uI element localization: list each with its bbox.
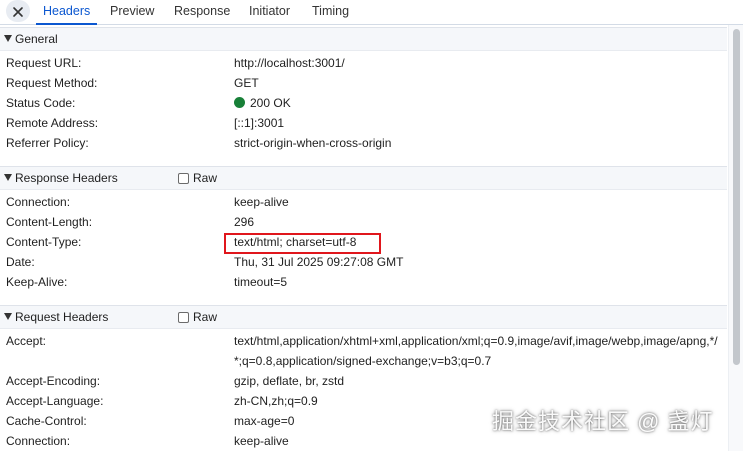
raw-label: Raw — [193, 171, 218, 185]
watermark: 掘金技术社区 @ 盏灯 — [492, 409, 714, 434]
header-key: Referrer Policy: — [6, 136, 89, 150]
header-key: Cache-Control: — [6, 414, 87, 428]
header-value: Thu, 31 Jul 2025 09:27:08 GMT — [234, 255, 404, 269]
general-section-header[interactable]: General — [0, 27, 727, 51]
expand-triangle-icon — [4, 35, 12, 42]
header-key: Content-Type: — [6, 235, 82, 249]
tab-initiator[interactable]: Initiator — [249, 0, 290, 24]
header-value: http://localhost:3001/ — [234, 56, 345, 70]
header-key: Content-Length: — [6, 215, 93, 229]
header-key: Keep-Alive: — [6, 275, 68, 289]
header-key: Accept: — [6, 334, 47, 348]
header-value: keep-alive — [234, 195, 289, 209]
raw-checkbox[interactable] — [178, 311, 189, 323]
tab-response[interactable]: Response — [174, 0, 230, 24]
raw-label: Raw — [193, 310, 218, 324]
general-row: Request URL: http://localhost:3001/ — [0, 53, 727, 73]
expand-triangle-icon — [4, 174, 12, 181]
request-header-row: Accept-Encoding: gzip, deflate, br, zstd — [0, 371, 727, 391]
close-panel-button[interactable] — [4, 0, 32, 24]
header-value: max-age=0 — [234, 414, 295, 428]
header-value: timeout=5 — [234, 275, 288, 289]
header-key: Status Code: — [6, 96, 76, 110]
header-value: keep-alive — [234, 434, 289, 448]
header-value: GET — [234, 76, 259, 90]
header-value: strict-origin-when-cross-origin — [234, 136, 392, 150]
expand-triangle-icon — [4, 313, 12, 320]
header-value: zh-CN,zh;q=0.9 — [234, 394, 318, 408]
general-section-title: General — [15, 32, 58, 46]
response-headers-section-header[interactable]: Response Headers Raw — [0, 166, 727, 190]
request-headers-section-header[interactable]: Request Headers Raw — [0, 305, 727, 329]
scrollbar-thumb[interactable] — [733, 29, 740, 365]
panel-tab-bar: Headers Preview Response Initiator Timin… — [0, 0, 743, 25]
tab-timing[interactable]: Timing — [312, 0, 349, 24]
response-headers-title: Response Headers — [15, 171, 118, 185]
vertical-scrollbar[interactable] — [728, 25, 743, 451]
tab-headers[interactable]: Headers — [35, 0, 98, 25]
header-value: text/html,application/xhtml+xml,applicat… — [234, 334, 718, 368]
response-header-row: Keep-Alive: timeout=5 — [0, 272, 727, 292]
header-value: gzip, deflate, br, zstd — [234, 374, 345, 388]
status-ok-icon — [234, 97, 245, 108]
response-header-row: Connection: keep-alive — [0, 192, 727, 212]
header-key: Connection: — [6, 434, 71, 448]
close-icon — [13, 7, 23, 17]
tab-preview[interactable]: Preview — [110, 0, 154, 24]
raw-checkbox[interactable] — [178, 172, 189, 184]
header-value: 296 — [234, 215, 255, 229]
general-row: Status Code: 200 OK — [0, 93, 727, 113]
raw-toggle[interactable]: Raw — [178, 171, 217, 185]
header-key: Request URL: — [6, 56, 82, 70]
header-key: Accept-Language: — [6, 394, 104, 408]
header-key: Remote Address: — [6, 116, 99, 130]
status-text: 200 OK — [250, 96, 291, 110]
status-code-value: 200 OK — [234, 96, 291, 110]
general-row: Referrer Policy: strict-origin-when-cros… — [0, 133, 727, 153]
header-key: Accept-Encoding: — [6, 374, 101, 388]
header-key: Date: — [6, 255, 35, 269]
response-header-row: Content-Length: 296 — [0, 212, 727, 232]
content-type-highlight-box — [224, 233, 381, 254]
header-key: Request Method: — [6, 76, 98, 90]
request-header-row: Accept: text/html,application/xhtml+xml,… — [0, 331, 727, 371]
response-header-row: Date: Thu, 31 Jul 2025 09:27:08 GMT — [0, 252, 727, 272]
raw-toggle[interactable]: Raw — [178, 310, 217, 324]
general-row: Remote Address: [::1]:3001 — [0, 113, 727, 133]
header-key: Connection: — [6, 195, 71, 209]
general-row: Request Method: GET — [0, 73, 727, 93]
header-value: [::1]:3001 — [234, 116, 285, 130]
request-headers-title: Request Headers — [15, 310, 109, 324]
